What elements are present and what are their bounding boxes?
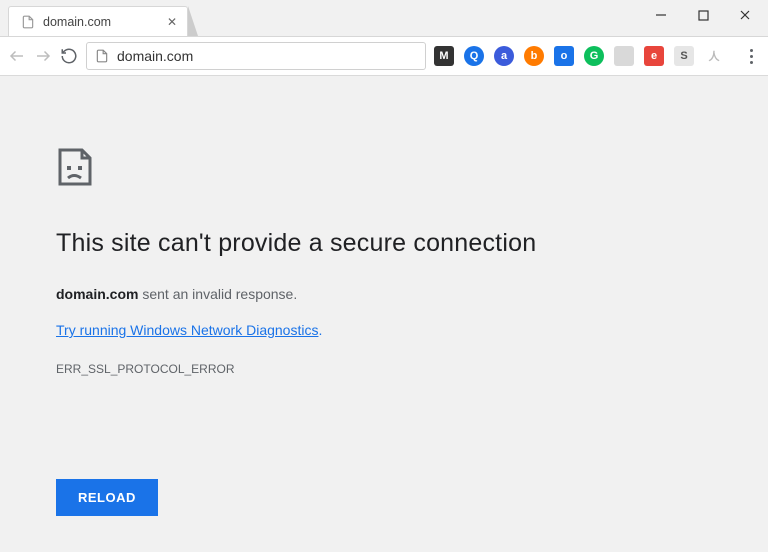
window-minimize-button[interactable] [654, 8, 668, 22]
extension-icon-6[interactable] [614, 46, 634, 66]
error-message-text: sent an invalid response. [138, 286, 297, 302]
page-info-icon[interactable] [95, 49, 109, 63]
extension-icon-8[interactable]: S [674, 46, 694, 66]
tab-close-icon[interactable]: ✕ [167, 15, 177, 29]
tab-strip: domain.com ✕ [0, 0, 768, 36]
reload-button[interactable]: RELOAD [56, 479, 158, 516]
new-tab-wedge[interactable] [188, 6, 198, 36]
extension-icon-9[interactable]: 人 [704, 46, 724, 66]
address-bar[interactable] [86, 42, 426, 70]
sad-page-icon [56, 146, 712, 193]
url-input[interactable] [117, 48, 417, 64]
error-title: This site can't provide a secure connect… [56, 229, 712, 258]
diagnostics-line: Try running Windows Network Diagnostics. [56, 322, 712, 362]
extension-icon-3[interactable]: b [524, 46, 544, 66]
error-page: This site can't provide a secure connect… [0, 76, 768, 376]
window-close-button[interactable] [738, 8, 752, 22]
extensions-row: MQaboG eS人 [434, 46, 728, 66]
extension-icon-7[interactable]: e [644, 46, 664, 66]
browser-toolbar: MQaboG eS人 [0, 36, 768, 76]
browser-menu-button[interactable] [742, 45, 760, 67]
extension-icon-5[interactable]: G [584, 46, 604, 66]
error-domain: domain.com [56, 286, 138, 302]
file-icon [21, 15, 35, 29]
extension-icon-0[interactable]: M [434, 46, 454, 66]
extension-icon-4[interactable]: o [554, 46, 574, 66]
extension-icon-1[interactable]: Q [464, 46, 484, 66]
error-message: domain.com sent an invalid response. [56, 286, 712, 302]
reload-nav-button[interactable] [60, 45, 78, 67]
kebab-menu-icon [750, 49, 753, 64]
window-controls [654, 0, 768, 30]
window-maximize-button[interactable] [696, 8, 710, 22]
error-code: ERR_SSL_PROTOCOL_ERROR [56, 362, 712, 376]
tab-title: domain.com [43, 15, 111, 29]
forward-button[interactable] [34, 45, 52, 67]
back-button[interactable] [8, 45, 26, 67]
browser-tab[interactable]: domain.com ✕ [8, 6, 188, 36]
diagnostics-period: . [318, 322, 322, 338]
diagnostics-link[interactable]: Try running Windows Network Diagnostics [56, 322, 318, 338]
extension-icon-2[interactable]: a [494, 46, 514, 66]
